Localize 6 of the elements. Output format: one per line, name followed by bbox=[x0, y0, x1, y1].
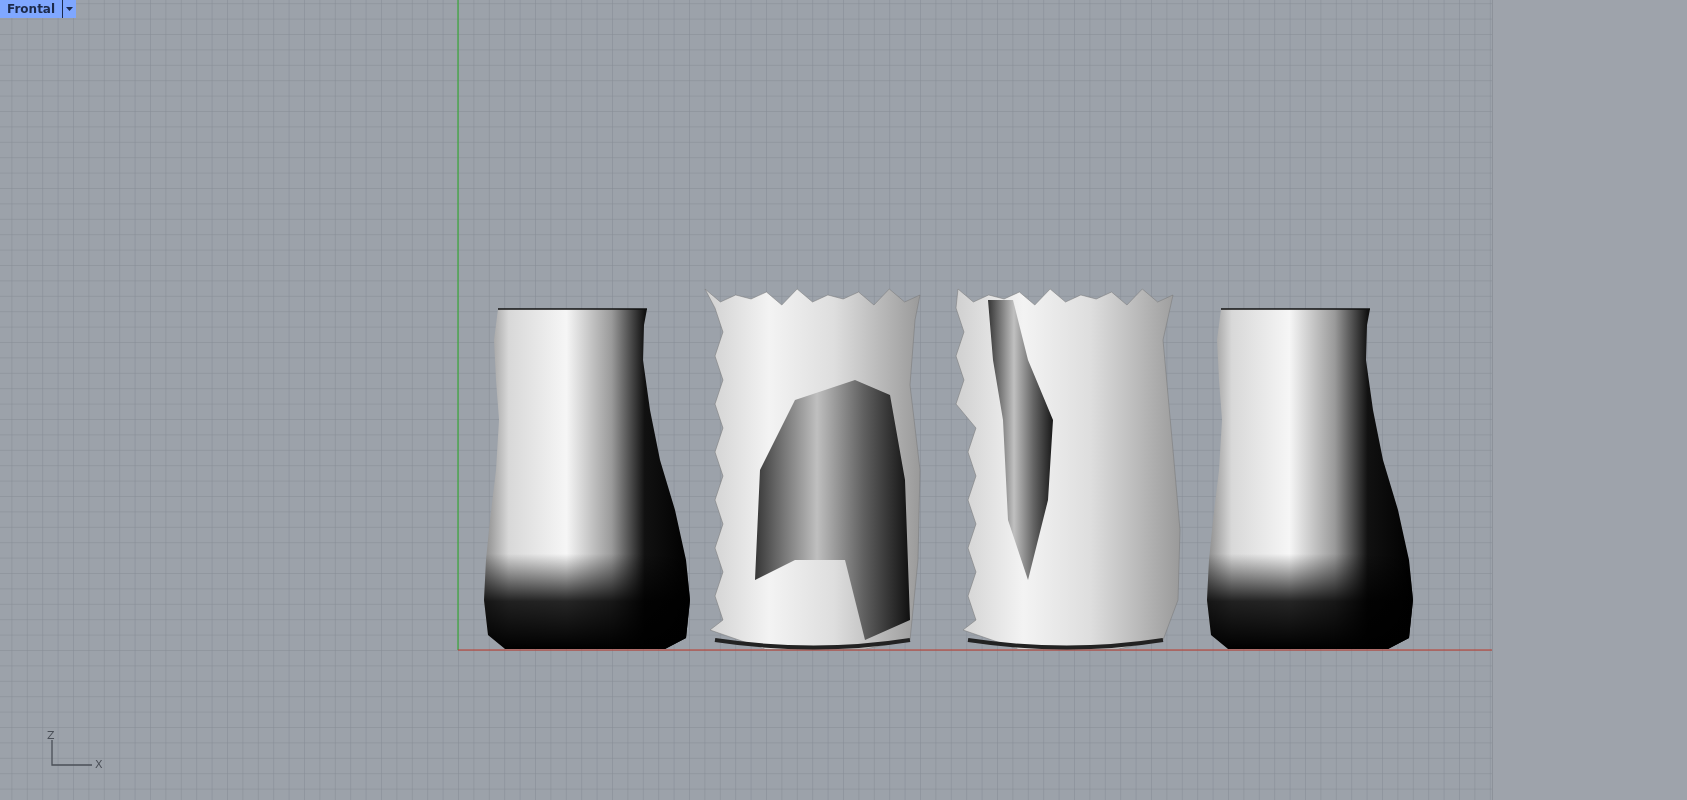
axis-label: X bbox=[95, 758, 103, 771]
caret-icon bbox=[66, 7, 74, 11]
axis-icon bbox=[51, 739, 93, 766]
viewport-tab[interactable]: Frontal bbox=[0, 0, 63, 18]
dropdown-button[interactable] bbox=[62, 0, 77, 18]
axis-label: Z bbox=[47, 729, 55, 742]
